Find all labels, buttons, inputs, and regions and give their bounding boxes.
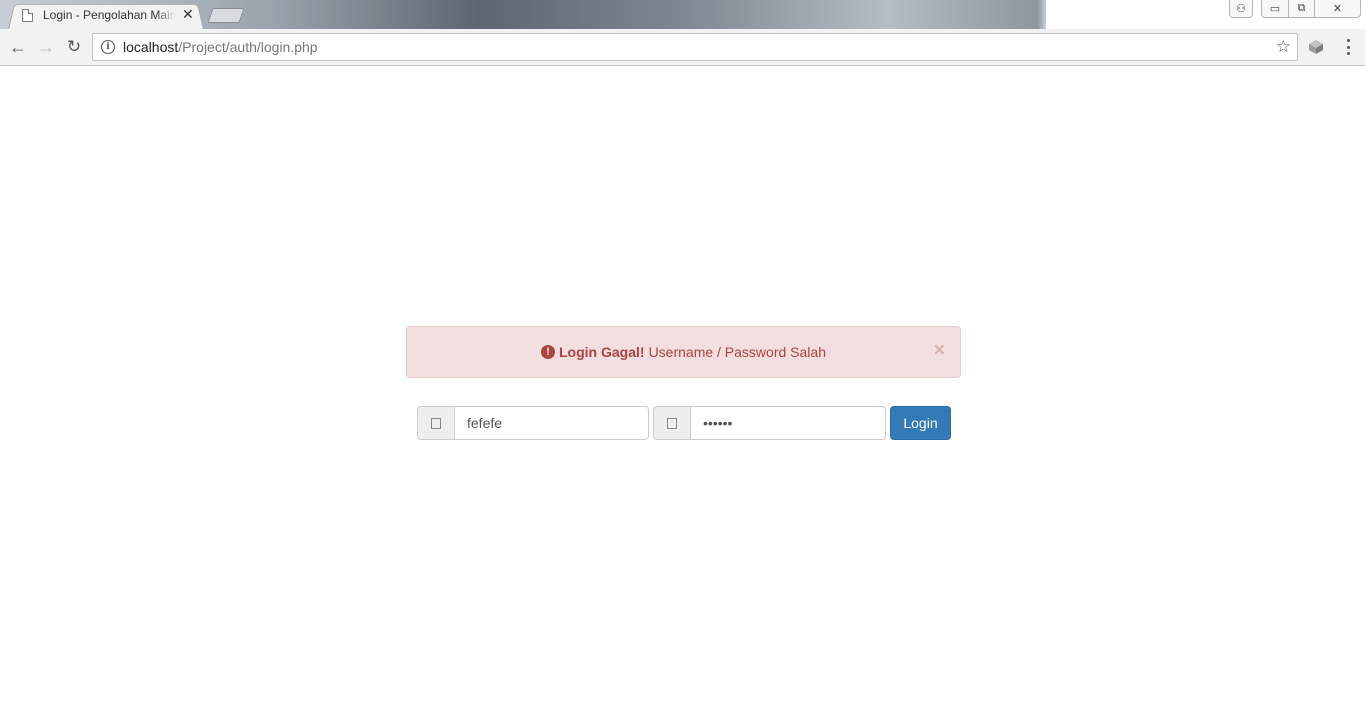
reload-button[interactable]: ↻ bbox=[64, 37, 84, 57]
tab-title: Login - Pengolahan Main bbox=[43, 8, 176, 22]
profile-button[interactable]: ⚇ bbox=[1229, 0, 1253, 18]
url-host: localhost bbox=[123, 39, 179, 55]
page-favicon-icon bbox=[22, 8, 33, 22]
page-content: ! Login Gagal! Username / Password Salah… bbox=[0, 66, 1365, 726]
browser-titlebar: Login - Pengolahan Main ✕ ⚇ ▭ ⧉ ✕ bbox=[0, 0, 1365, 29]
exclamation-circle-icon: ! bbox=[541, 345, 555, 359]
alert-close-button[interactable]: × bbox=[934, 341, 945, 361]
user-icon bbox=[417, 406, 454, 440]
new-tab-button[interactable] bbox=[207, 8, 245, 23]
forward-button[interactable]: → bbox=[36, 37, 56, 57]
password-group bbox=[653, 406, 886, 440]
minimize-button[interactable]: ▭ bbox=[1261, 0, 1288, 18]
url-path: /Project/auth/login.php bbox=[178, 39, 318, 55]
close-window-button[interactable]: ✕ bbox=[1314, 0, 1361, 18]
browser-toolbar: ← → ↻ i localhost/Project/auth/login.php… bbox=[0, 29, 1365, 66]
extension-icon[interactable] bbox=[1307, 38, 1325, 56]
login-error-alert: ! Login Gagal! Username / Password Salah… bbox=[406, 326, 961, 378]
back-button[interactable]: ← bbox=[8, 37, 28, 57]
alert-title: Login Gagal! bbox=[559, 344, 645, 360]
tab-close-icon[interactable]: ✕ bbox=[182, 6, 194, 22]
alert-message: Username / Password Salah bbox=[648, 344, 826, 360]
lock-icon bbox=[653, 406, 690, 440]
password-input[interactable] bbox=[690, 406, 886, 440]
bookmark-star-icon[interactable]: ☆ bbox=[1276, 37, 1291, 57]
username-input[interactable] bbox=[454, 406, 649, 440]
login-form: Login bbox=[417, 406, 951, 440]
site-info-icon[interactable]: i bbox=[101, 40, 115, 54]
browser-menu-icon[interactable] bbox=[1340, 38, 1356, 56]
address-bar[interactable]: i localhost/Project/auth/login.php ☆ bbox=[92, 33, 1298, 61]
login-button[interactable]: Login bbox=[890, 406, 951, 440]
maximize-button[interactable]: ⧉ bbox=[1288, 0, 1314, 18]
tab-content: Login - Pengolahan Main bbox=[22, 7, 202, 23]
username-group bbox=[417, 406, 649, 440]
